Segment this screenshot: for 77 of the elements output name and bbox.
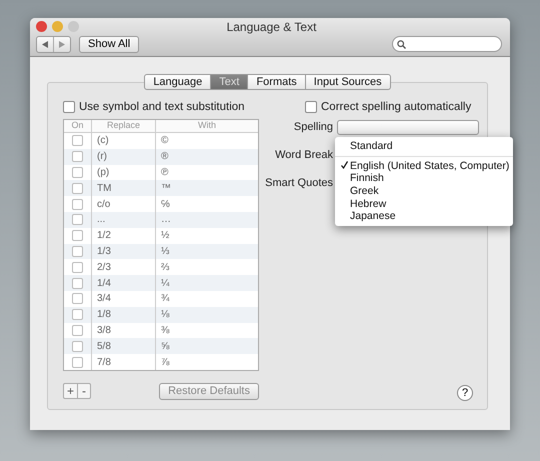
row-checkbox[interactable] — [72, 198, 83, 210]
show-all-button[interactable]: Show All — [79, 36, 140, 52]
table-cell: ™ — [161, 182, 171, 194]
table-cell: 2/3 — [97, 262, 111, 273]
row-checkbox[interactable] — [72, 151, 83, 162]
table-cell: 3/8 — [97, 324, 111, 336]
search-field[interactable] — [392, 36, 502, 52]
table-cell: (r) — [97, 151, 107, 162]
table-cell: ℅ — [161, 198, 170, 210]
table-cell: (c) — [97, 135, 109, 146]
table-cell: 1/2 — [97, 230, 111, 242]
menu-item[interactable]: Standard — [335, 140, 513, 153]
tab[interactable]: Formats — [248, 74, 306, 90]
row-checkbox[interactable] — [72, 166, 83, 178]
setting-label: Spelling — [292, 121, 333, 133]
row-checkbox[interactable] — [72, 293, 83, 304]
minimize-button[interactable] — [52, 21, 63, 32]
table-cell: ¾ — [161, 293, 170, 304]
table-cell: ℗ — [161, 166, 168, 178]
table-cell: ¼ — [161, 278, 170, 289]
row-checkbox[interactable] — [72, 340, 83, 352]
forward-icon — [59, 40, 65, 48]
popup-button[interactable] — [337, 120, 479, 134]
column-header: Replace — [91, 120, 155, 132]
add-button[interactable]: + — [64, 384, 77, 398]
close-button[interactable] — [36, 21, 47, 32]
table-cell: TM — [97, 182, 112, 194]
table-cell: © — [161, 135, 168, 146]
menu-item[interactable]: English (United States, Computer) — [335, 160, 513, 172]
column-header: On — [70, 120, 84, 132]
menu-item[interactable]: Finnish — [335, 172, 513, 185]
search-icon — [397, 40, 406, 48]
back-icon — [42, 40, 48, 48]
setting-label: Smart Quotes — [264, 177, 333, 189]
row-checkbox[interactable] — [72, 214, 83, 226]
tab[interactable]: Language — [144, 74, 212, 90]
table-cell: … — [161, 214, 171, 226]
checkbox[interactable] — [305, 101, 317, 113]
menu-item[interactable]: Japanese — [335, 210, 513, 223]
row-checkbox[interactable] — [72, 135, 83, 146]
setting-label: Word Break — [274, 149, 333, 161]
table-cell: ⅛ — [161, 309, 170, 320]
row-checkbox[interactable] — [72, 309, 83, 320]
tab[interactable]: Input Sources — [306, 74, 391, 90]
zoom-button[interactable] — [68, 21, 79, 32]
menu-item[interactable]: Greek — [335, 184, 513, 198]
checkmark-icon — [341, 160, 348, 169]
menu-item[interactable]: Hebrew — [335, 197, 513, 210]
table-cell: ... — [97, 214, 106, 226]
table-cell: ½ — [161, 230, 170, 242]
table-cell: ⅜ — [161, 324, 170, 336]
row-checkbox[interactable] — [72, 324, 83, 336]
checkbox-label: Correct spelling automatically — [321, 101, 472, 113]
row-checkbox[interactable] — [72, 182, 83, 194]
row-checkbox[interactable] — [72, 262, 83, 273]
table-cell: (p) — [97, 166, 110, 178]
table-cell: ® — [161, 151, 168, 162]
table-cell: 3/4 — [97, 293, 111, 304]
table-cell: ⅞ — [161, 356, 170, 368]
checkbox[interactable] — [63, 101, 75, 113]
table-cell: c/o — [97, 198, 110, 210]
table-cell: ⅓ — [161, 246, 170, 257]
remove-button[interactable]: - — [77, 384, 90, 398]
row-checkbox[interactable] — [72, 230, 83, 242]
table-cell: ⅝ — [161, 340, 170, 352]
table-cell: 5/8 — [97, 340, 111, 352]
table-cell: ⅔ — [161, 262, 170, 273]
table-cell: 1/3 — [97, 246, 111, 257]
checkbox-label: Use symbol and text substitution — [79, 101, 245, 113]
table-cell: 1/8 — [97, 309, 111, 320]
row-checkbox[interactable] — [72, 356, 83, 368]
row-checkbox[interactable] — [72, 278, 83, 289]
table-cell: 7/8 — [97, 356, 111, 368]
window-title: Language & Text — [226, 20, 318, 34]
row-checkbox[interactable] — [72, 246, 83, 257]
column-header: With — [155, 120, 258, 132]
table-cell: 1/4 — [97, 278, 111, 289]
